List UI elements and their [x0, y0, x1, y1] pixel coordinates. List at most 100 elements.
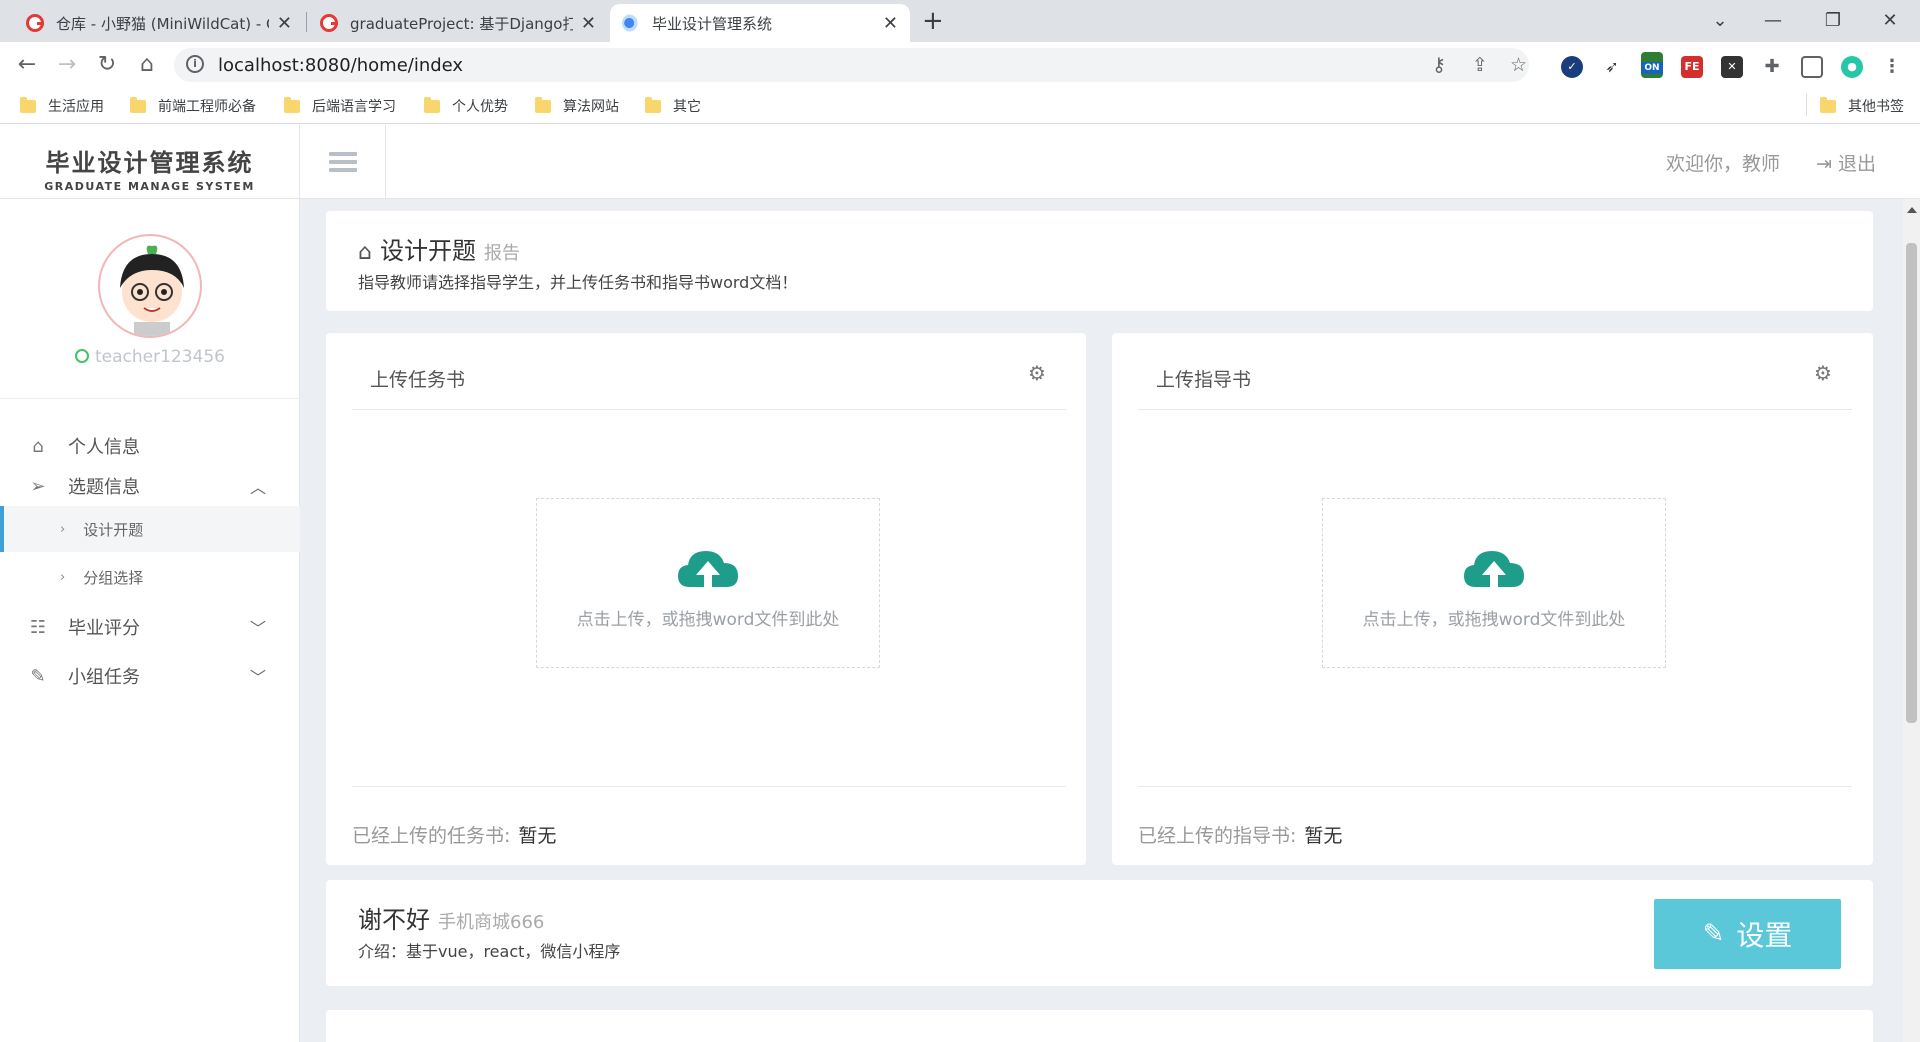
restore-icon[interactable]: ❐ [1813, 4, 1853, 38]
folder-icon [645, 96, 661, 113]
home-icon[interactable]: ⌂ [132, 50, 162, 80]
fish-extension-icon[interactable]: ➶ [1601, 56, 1623, 78]
menu-toggle-icon[interactable] [300, 125, 386, 199]
window-close-icon[interactable]: ✕ [1870, 4, 1910, 38]
address-bar[interactable]: i localhost:8080/home/index ⚷ ⇪ ☆ [174, 48, 1529, 82]
browser-tab-project[interactable]: graduateProject: 基于Django打 ✕ [308, 4, 608, 42]
page-title-text: 设计开题 [379, 237, 476, 265]
avatar-illustration [120, 245, 184, 336]
card-divider [352, 409, 1066, 410]
page-header-panel: ⌂ 设计开题 报告 指导教师请选择指导学生，并上传任务书和指导书word文档！ [326, 211, 1873, 311]
browser-tab-active[interactable]: 毕业设计管理系统 ✕ [610, 4, 910, 42]
sidebar-item-topic[interactable]: ➢ 选题信息 ︿ [0, 463, 300, 509]
extension-label: FE [1684, 60, 1700, 73]
uploaded-value: 暂无 [518, 825, 557, 847]
bookmark-divider [1806, 94, 1807, 116]
folder-icon [535, 96, 551, 113]
paper-plane-icon: ➢ [30, 475, 46, 497]
page-scrollbar[interactable] [1903, 199, 1920, 1042]
brand-logo[interactable]: 毕业设计管理系统 GRADUATE MANAGE SYSTEM [0, 125, 300, 199]
site-info-icon[interactable]: i [186, 55, 204, 73]
sidebar-divider [0, 398, 300, 399]
tab-label: 仓库 - 小野猫 (MiniWildCat) - G [56, 14, 269, 33]
puzzle-icon[interactable]: ✚ [1761, 56, 1783, 78]
more-icon[interactable]: ⋮ [1881, 56, 1903, 78]
minimize-icon[interactable]: — [1753, 4, 1793, 38]
chevron-up-icon: ︿ [249, 478, 266, 497]
fe-extension-icon[interactable]: FE [1681, 56, 1703, 78]
card-divider [1138, 409, 1852, 410]
bookmark-label: 算法网站 [563, 99, 619, 115]
forward-icon[interactable]: → [52, 50, 82, 80]
gear-icon[interactable]: ⚙ [1814, 361, 1832, 385]
card-divider [352, 786, 1066, 787]
x-extension-icon[interactable]: ✕ [1721, 56, 1743, 78]
logout-label: 退出 [1837, 153, 1876, 175]
upload-dropzone[interactable]: 点击上传，或拖拽word文件到此处 [536, 498, 880, 668]
tab-divider [306, 12, 307, 32]
url-text[interactable]: localhost:8080/home/index [218, 55, 463, 76]
card-divider [1138, 786, 1852, 787]
folder-icon [130, 96, 146, 113]
check-extension-icon[interactable]: ✓ [1561, 56, 1583, 78]
bookmark-folder[interactable]: 前端工程师必备 [130, 96, 256, 116]
chevron-right-icon: › [60, 521, 66, 537]
profile-icon[interactable]: ● [1841, 56, 1863, 78]
scroll-thumb[interactable] [1906, 243, 1917, 723]
settings-button-label: 设置 [1736, 919, 1793, 952]
sidebar-item-team[interactable]: ✎ 小组任务 ﹀ [0, 653, 300, 699]
home-icon: ⌂ [32, 435, 44, 457]
other-bookmarks[interactable]: 其他书签 [1820, 96, 1904, 116]
scroll-up-icon[interactable] [1907, 207, 1917, 213]
reload-icon[interactable]: ↻ [92, 50, 122, 80]
close-icon[interactable]: ✕ [883, 13, 898, 34]
card-title: 上传指导书 [1156, 369, 1252, 391]
share-icon[interactable]: ⇪ [1472, 54, 1488, 76]
sidebar-item-grading[interactable]: ☷ 毕业评分 ﹀ [0, 604, 300, 650]
online-status-icon [74, 349, 89, 363]
back-icon[interactable]: ← [12, 50, 42, 80]
gear-icon[interactable]: ⚙ [1028, 361, 1046, 385]
avatar[interactable] [98, 234, 202, 338]
sidebar-subitem-label: 分组选择 [83, 568, 144, 587]
bookmark-folder[interactable]: 后端语言学习 [284, 96, 396, 116]
bookmarks-bar: 生活应用 前端工程师必备 后端语言学习 个人优势 算法网站 其它 其他书签 [0, 88, 1920, 124]
sidebar-subitem-group[interactable]: › 分组选择 [0, 554, 300, 600]
bookmark-folder[interactable]: 其它 [645, 96, 701, 116]
bookmark-folder[interactable]: 个人优势 [424, 96, 508, 116]
uploaded-label: 已经上传的任务书: [352, 825, 511, 847]
upload-guide-card: 上传指导书 ⚙ 点击上传，或拖拽word文件到此处 已经上传的指导书: 暂无 [1112, 333, 1873, 865]
upload-dropzone[interactable]: 点击上传，或拖拽word文件到此处 [1322, 498, 1666, 668]
chevron-down-icon: ﹀ [249, 619, 266, 638]
project-title-text: 谢不好 [358, 906, 430, 934]
page-description: 指导教师请选择指导学生，并上传任务书和指导书word文档！ [358, 273, 798, 292]
new-tab-icon[interactable]: + [922, 6, 944, 36]
sidebar-subitem-design[interactable]: › 设计开题 [0, 506, 300, 552]
close-icon[interactable]: ✕ [277, 13, 292, 34]
settings-button[interactable]: ✎ 设置 [1654, 899, 1841, 969]
close-icon[interactable]: ✕ [581, 13, 596, 34]
page-title: ⌂ 设计开题 报告 [358, 231, 520, 266]
sidepanel-icon[interactable] [1801, 56, 1823, 78]
sidebar-subitem-label: 设计开题 [83, 520, 144, 539]
uploaded-value: 暂无 [1304, 825, 1343, 847]
tab-search-icon[interactable]: ⌄ [1700, 4, 1740, 38]
username: teacher123456 [0, 347, 300, 367]
logout-button[interactable]: ⇥ 退出 [1816, 149, 1876, 176]
chevron-right-icon: › [60, 569, 66, 585]
folder-icon [424, 96, 440, 113]
brand-subtitle: GRADUATE MANAGE SYSTEM [44, 180, 255, 193]
cloud-upload-icon [678, 551, 738, 587]
bookmark-label: 后端语言学习 [312, 99, 396, 115]
sidebar-item-label: 毕业评分 [68, 618, 140, 639]
bookmark-folder[interactable]: 算法网站 [535, 96, 619, 116]
uploaded-status: 已经上传的指导书: 暂无 [1138, 821, 1342, 848]
bookmark-folder[interactable]: 生活应用 [20, 96, 104, 116]
browser-tab-repo[interactable]: 仓库 - 小野猫 (MiniWildCat) - G ✕ [14, 4, 304, 42]
on-extension-icon[interactable]: ON [1641, 52, 1663, 78]
dropzone-text: 点击上传，或拖拽word文件到此处 [1362, 610, 1626, 630]
key-icon[interactable]: ⚷ [1432, 54, 1446, 76]
star-icon[interactable]: ☆ [1510, 54, 1527, 76]
site-icon [622, 14, 640, 32]
folder-icon [284, 96, 300, 113]
